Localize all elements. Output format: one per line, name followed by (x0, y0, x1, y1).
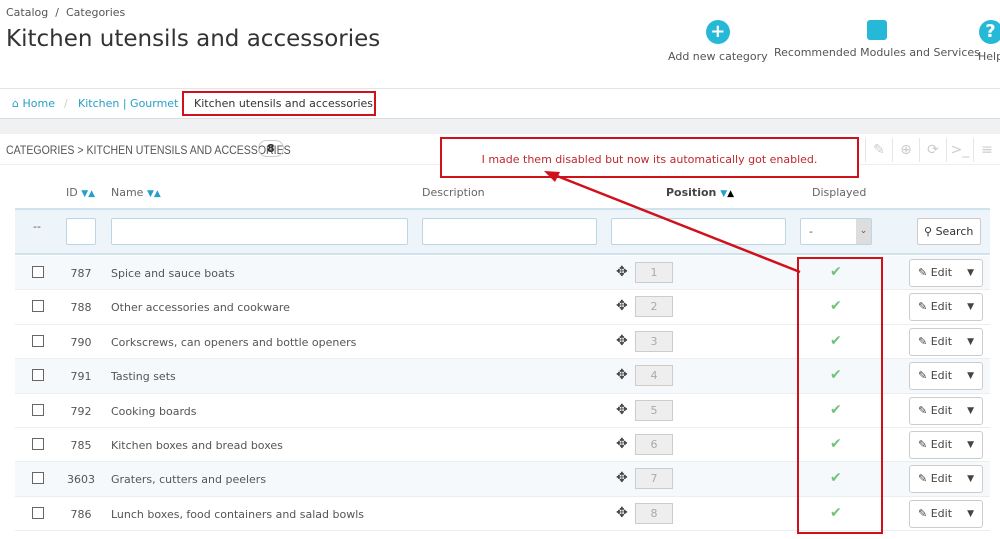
annotation-arrow (544, 171, 801, 274)
